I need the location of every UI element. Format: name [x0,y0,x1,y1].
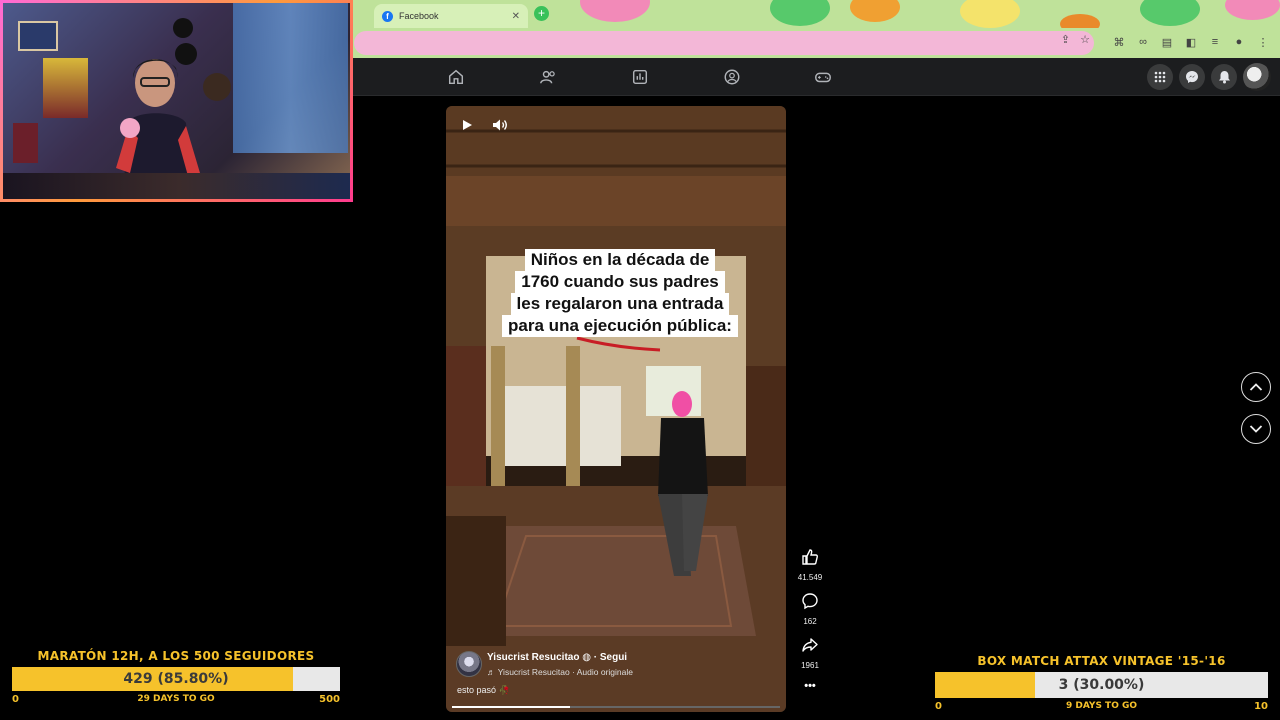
queue-icon[interactable]: ≡ [1208,36,1222,49]
facebook-icon: f [382,10,393,22]
install-icon[interactable]: ⇪ [1061,33,1070,46]
creator-name[interactable]: Yisucrist Resucitao [487,652,579,663]
play-icon[interactable] [460,118,474,132]
reel-controls [460,118,508,132]
reel-video-frame [446,106,786,712]
screen: f Facebook ✕ + ⇪ ☆ ⌘ ∞ ▤ ◧ ≡ ● ⋮ Niños e… [0,0,1280,720]
new-tab-button[interactable]: + [534,6,549,21]
friends-icon[interactable] [539,68,557,86]
goal-title: BOX MATCH ATTAX VINTAGE '15-'16 [977,654,1226,668]
previous-reel-button[interactable] [1241,372,1271,402]
goal-title: MARATÓN 12H, A LOS 500 SEGUIDORES [37,649,315,663]
address-bar[interactable] [354,31,1094,55]
comment-icon [802,593,818,610]
caption-line: para una ejecución pública: [502,315,738,337]
globe-icon: ◍ [582,652,591,663]
caption-line: les regalaron una entrada [510,293,730,315]
like-button[interactable]: 41.549 [790,548,830,582]
facebook-navbar [352,58,1280,96]
box-goal-widget: BOX MATCH ATTAX VINTAGE '15-'16 3 (30.00… [935,654,1268,715]
next-reel-button[interactable] [1241,414,1271,444]
dashboard-icon[interactable] [631,68,649,86]
notifications-button[interactable] [1211,64,1237,90]
wall-frame [18,21,58,51]
creator-info: Yisucrist Resucitao ◍ · Segui ♬ Yisucris… [456,651,776,681]
decor-flower [960,0,1020,28]
decor-mushroom [1060,14,1100,28]
menu-grid-button[interactable] [1147,64,1173,90]
creator-name-row: Yisucrist Resucitao ◍ · Segui [487,652,627,663]
caption-line: 1760 cuando sus padres [515,271,725,293]
extension-icon[interactable]: ◧ [1184,36,1198,49]
translate-icon[interactable]: ⌘ [1112,36,1126,49]
share-icon [802,638,818,652]
goal-footer: 0 29 DAYS TO GO 500 [12,694,340,708]
reel-description: esto pasó 🥀 [457,685,510,695]
goal-footer: 0 9 DAYS TO GO 10 [935,701,1268,715]
video-caption: Niños en la década de 1760 cuando sus pa… [486,249,754,337]
decor-smiley [1140,0,1200,26]
webcam-overlay [0,0,353,202]
close-tab-icon[interactable]: ✕ [512,11,520,22]
follower-goal-widget: MARATÓN 12H, A LOS 500 SEGUIDORES 429 (8… [12,649,340,708]
like-icon [802,549,818,565]
groups-icon[interactable] [723,68,741,86]
browser-menu-icon[interactable]: ⋮ [1256,36,1270,49]
goal-progress-text: 3 (30.00%) [1058,677,1145,693]
curtain [233,3,348,153]
goal-max: 10 [1254,701,1268,712]
notifications-icon [1218,71,1230,84]
wall-poster [13,123,38,163]
volume-icon[interactable] [492,118,508,132]
reader-icon[interactable]: ▤ [1160,36,1174,49]
tab-facebook[interactable]: f Facebook ✕ [374,4,528,28]
goal-bar: 429 (85.80%) [12,667,340,691]
home-icon[interactable] [447,68,465,86]
more-options-button[interactable]: ••• [790,680,830,692]
decor-mushroom [850,0,900,22]
menu-grid-icon [1154,71,1166,83]
audio-attribution[interactable]: ♬ Yisucrist Resucitao · Audio originale [487,667,633,677]
follow-link[interactable]: · Segui [594,652,627,663]
like-count: 41.549 [797,573,823,582]
share-button[interactable]: 1961 [790,636,830,670]
gaming-icon[interactable] [814,68,832,86]
video-progress-fill [452,706,571,708]
goal-days-left: 9 DAYS TO GO [1065,701,1138,711]
comment-count: 162 [803,617,817,626]
caption-line: Niños en la década de [524,249,716,271]
messenger-icon [1186,71,1198,83]
omnibox-actions: ⇪ ☆ [1061,33,1090,46]
decor-smiley [1225,0,1280,20]
goal-progress-text: 429 (85.80%) [123,671,229,687]
tab-title: Facebook [399,11,439,21]
profile-avatar[interactable] [1243,63,1271,91]
decor-smiley [580,0,650,22]
desk [3,173,350,199]
goal-max: 500 [319,694,340,705]
messenger-button[interactable] [1179,64,1205,90]
decor-smiley [770,0,830,26]
comment-button[interactable]: 162 [790,592,830,626]
goal-days-left: 29 DAYS TO GO [137,694,215,704]
goal-bar: 3 (30.00%) [935,672,1268,698]
profile-icon[interactable]: ● [1232,36,1246,49]
video-progress-bar[interactable] [452,706,780,708]
bookmark-star-icon[interactable]: ☆ [1080,33,1090,46]
share-count: 1961 [801,661,819,670]
chevron-up-icon [1249,383,1263,391]
link-icon[interactable]: ∞ [1136,36,1150,49]
chevron-down-icon [1249,425,1263,433]
vinyl-record [173,18,193,38]
creator-avatar[interactable] [456,651,482,677]
reel-player[interactable]: Niños en la década de 1760 cuando sus pa… [446,106,786,712]
wall-poster [43,58,88,118]
extensions-toolbar: ⌘ ∞ ▤ ◧ ≡ ● ⋮ [1112,36,1270,49]
